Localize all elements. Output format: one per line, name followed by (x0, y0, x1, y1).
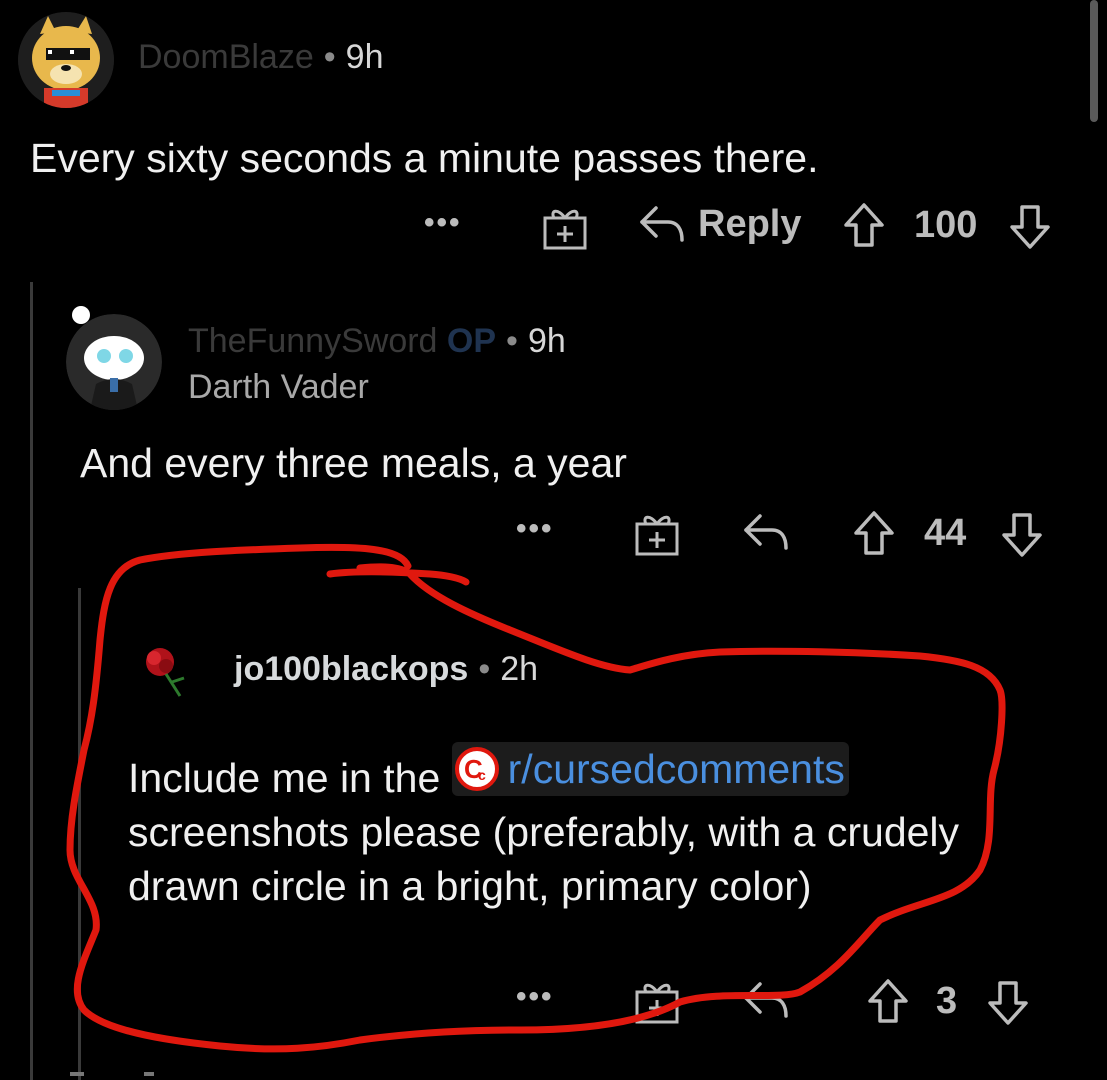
body-text-prefix: Include me in the (128, 755, 441, 801)
reply-button[interactable] (742, 510, 790, 554)
comment-actions: ••• 44 (516, 508, 1056, 562)
user-flair: Darth Vader (188, 368, 369, 406)
op-badge: OP (446, 322, 497, 360)
downvote-arrow-icon (1010, 205, 1050, 249)
user-avatar[interactable] (18, 12, 114, 108)
more-options-button[interactable]: ••• (516, 512, 554, 546)
award-button[interactable] (542, 204, 588, 250)
comment-1: DoomBlaze • 9h Every sixty seconds a minut… (0, 0, 1107, 270)
meta-separator: • (506, 322, 518, 360)
comment-body: Include me in the C c r/cursedcomments s… (128, 742, 968, 913)
upvote-arrow-icon (854, 511, 894, 555)
comment-meta: DoomBlaze • 9h (138, 38, 383, 77)
reply-arrow-icon (744, 982, 788, 1018)
vote-score: 3 (936, 980, 958, 1022)
subreddit-link[interactable]: C c r/cursedcomments (451, 742, 849, 796)
comment-3: jo100blackops • 2h Include me in the C c r… (0, 620, 1107, 1040)
downvote-button[interactable] (986, 980, 1030, 1026)
subreddit-link-text: r/cursedcomments (507, 746, 845, 792)
reply-label: Reply (698, 202, 802, 245)
comment-body: Every sixty seconds a minute passes ther… (30, 135, 819, 181)
reply-button[interactable]: Reply (638, 202, 801, 246)
cursedcomments-community-icon: C c (454, 747, 499, 791)
comment-actions: ••• Reply 100 (424, 200, 1074, 254)
body-text-suffix: screenshots please (preferably, with a c… (128, 809, 960, 909)
snoo-avatar-icon (66, 314, 162, 410)
downvote-arrow-icon (988, 981, 1028, 1025)
more-options-button[interactable]: ••• (424, 206, 462, 240)
comment-meta: jo100blackops • 2h (234, 650, 538, 689)
comment-age: 9h (345, 38, 384, 76)
reply-arrow-icon (744, 514, 788, 550)
vote-score: 44 (924, 512, 967, 554)
upvote-arrow-icon (868, 979, 908, 1023)
upvote-button[interactable] (842, 202, 886, 248)
svg-text:c: c (478, 767, 486, 783)
reply-arrow-icon (640, 206, 684, 242)
award-button[interactable] (634, 510, 680, 556)
comment-age: 2h (500, 650, 539, 688)
next-comment-hint (144, 1072, 154, 1076)
award-gift-icon (635, 515, 679, 556)
comment-actions: ••• 3 (516, 976, 1056, 1030)
downvote-button[interactable] (1000, 512, 1044, 558)
username[interactable]: DoomBlaze (138, 38, 314, 76)
upvote-arrow-icon (844, 203, 884, 247)
username[interactable]: TheFunnySword (188, 322, 437, 360)
doge-avatar-icon (18, 12, 114, 108)
comment-2: TheFunnySword OP • 9h Darth Vader And ever… (0, 290, 1107, 570)
next-comment-hint (70, 1072, 84, 1076)
user-avatar[interactable] (130, 636, 196, 702)
award-gift-icon (635, 983, 679, 1024)
more-options-button[interactable]: ••• (516, 980, 554, 1014)
rose-avatar-icon (130, 636, 196, 702)
comment-age: 9h (527, 322, 566, 360)
meta-separator: • (323, 38, 336, 76)
avatar-dot (72, 306, 90, 324)
downvote-arrow-icon (1002, 513, 1042, 557)
award-gift-icon (543, 209, 587, 250)
username[interactable]: jo100blackops (234, 650, 468, 688)
upvote-button[interactable] (866, 978, 910, 1024)
user-avatar[interactable] (66, 314, 162, 410)
meta-separator: • (478, 650, 491, 688)
vote-score: 100 (914, 204, 978, 246)
comment-body: And every three meals, a year (80, 440, 627, 486)
reply-button[interactable] (742, 978, 790, 1022)
comment-meta: TheFunnySword OP • 9h (188, 322, 566, 361)
upvote-button[interactable] (852, 510, 896, 556)
award-button[interactable] (634, 978, 680, 1024)
downvote-button[interactable] (1008, 204, 1052, 250)
